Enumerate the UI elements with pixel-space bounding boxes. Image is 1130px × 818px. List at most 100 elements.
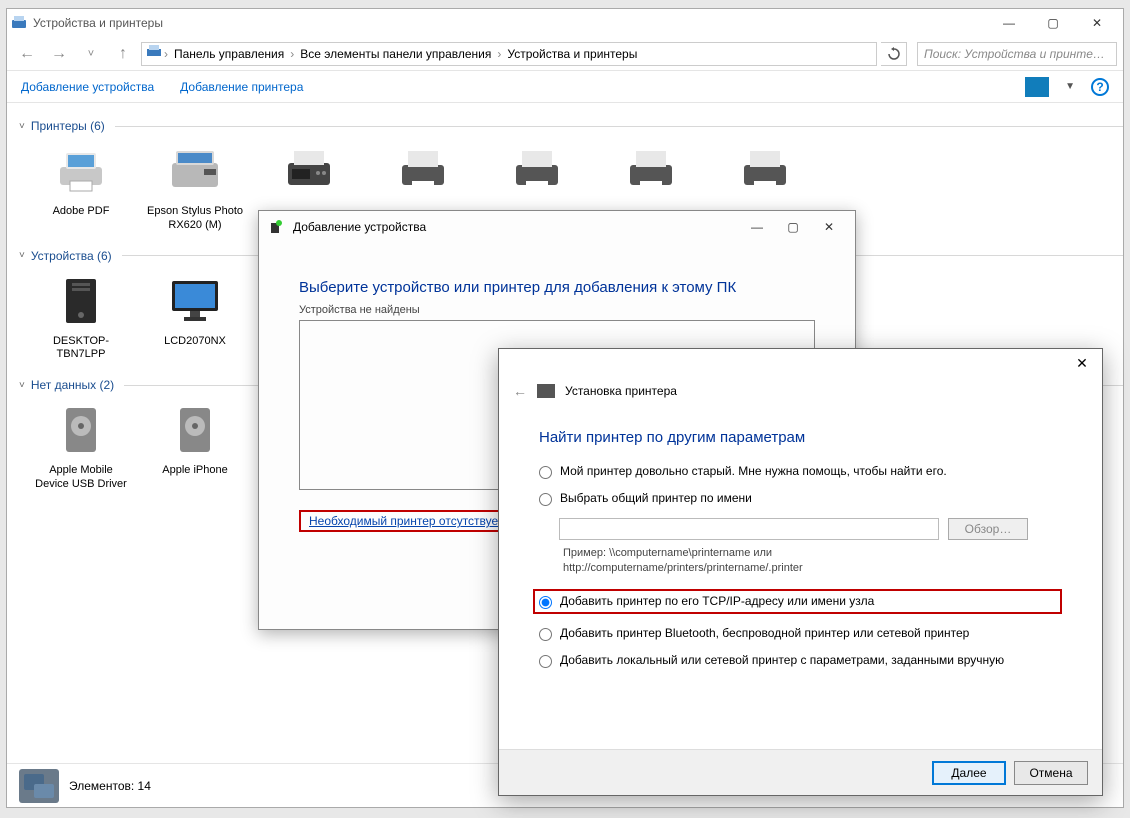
printer-icon [388,143,458,199]
shared-printer-input[interactable] [559,518,939,540]
cancel-button[interactable]: Отмена [1014,761,1088,785]
chevron-right-icon: › [290,47,294,61]
back-arrow-icon[interactable]: ← [513,383,527,399]
view-dropdown[interactable]: ▼ [1065,81,1075,92]
search-input[interactable]: Поиск: Устройства и принте… [917,42,1117,66]
option-label: Добавить принтер Bluetooth, беспроводной… [560,626,969,640]
wizard-maximize[interactable]: ▢ [775,214,811,240]
mfp-icon [160,143,230,199]
missing-printer-link[interactable]: Необходимый принтер отсутствует [309,514,503,528]
window-buttons: — ▢ ✕ [987,9,1119,37]
breadcrumb-root[interactable]: Панель управления [170,47,288,61]
status-text: Элементов: 14 [69,779,151,793]
missing-printer-highlight: Необходимый принтер отсутствует [299,510,513,532]
radio-manual[interactable] [539,655,552,668]
window-title: Устройства и принтеры [33,16,987,30]
option-label: Выбрать общий принтер по имени [560,491,752,505]
radio-shared-printer[interactable] [539,493,552,506]
monitor-icon [160,273,230,329]
view-options-icon[interactable] [1025,77,1049,97]
group-devices-title: Устройства (6) [31,249,112,263]
printer-icon [502,143,572,199]
wizard-titlebar: Добавление устройства — ▢ ✕ [259,211,855,243]
option-shared-printer[interactable]: Выбрать общий принтер по имени [539,491,1062,506]
example-text: Пример: \\computername\printername или h… [563,546,1062,577]
wizard2-titlebar: ✕ [499,349,1102,377]
devices-icon [11,15,27,31]
radio-bluetooth[interactable] [539,628,552,641]
chevron-down-icon: ˅ [19,250,25,261]
option-tcpip-printer[interactable]: Добавить принтер по его TCP/IP-адресу ил… [533,589,1062,614]
options-group: Мой принтер довольно старый. Мне нужна п… [499,464,1102,668]
option-old-printer[interactable]: Мой принтер довольно старый. Мне нужна п… [539,464,1062,479]
back-button[interactable]: ← [13,40,41,68]
breadcrumb-leaf[interactable]: Устройства и принтеры [503,47,641,61]
device-add-icon [267,219,283,235]
close-button[interactable]: ✕ [1075,9,1119,37]
refresh-button[interactable] [881,42,907,66]
hdd-icon [46,402,116,458]
device-label: Apple iPhone [147,464,243,478]
printer-icon [616,143,686,199]
computer-icon [46,273,116,329]
group-printers-header[interactable]: ˅ Принтеры (6) [19,119,1123,133]
next-button[interactable]: Далее [932,761,1006,785]
breadcrumb[interactable]: › Панель управления › Все элементы панел… [141,42,877,66]
option-label: Добавить принтер по его TCP/IP-адресу ил… [560,594,874,608]
device-item[interactable]: Apple iPhone [147,402,243,492]
wizard-title: Добавление устройства [293,220,739,234]
device-label: Epson Stylus Photo RX620 (M) [147,205,243,233]
device-item[interactable]: Apple Mobile Device USB Driver [33,402,129,492]
help-icon[interactable]: ? [1091,78,1109,96]
recent-dropdown[interactable]: ˅ [77,40,105,68]
wizard2-footer: Далее Отмена [499,749,1102,795]
printer-icon [537,384,555,398]
option-label: Мой принтер довольно старый. Мне нужна п… [560,464,947,478]
wizard-subtext: Устройства не найдены [299,304,815,316]
option-manual-printer[interactable]: Добавить локальный или сетевой принтер с… [539,653,1062,668]
devices-icon [146,45,162,62]
device-label: Apple Mobile Device USB Driver [33,464,129,492]
wizard2-heading: Найти принтер по другим параметрам [539,429,1102,446]
chevron-right-icon: › [497,47,501,61]
device-label: Adobe PDF [33,205,129,219]
add-device-link[interactable]: Добавление устройства [21,80,154,94]
navbar: ← → ˅ ↑ › Панель управления › Все элемен… [7,37,1123,71]
device-item[interactable]: Epson Stylus Photo RX620 (M) [147,143,243,233]
radio-tcpip[interactable] [539,596,552,609]
wizard-heading: Выберите устройство или принтер для доба… [299,279,815,296]
device-item[interactable]: LCD2070NX [147,273,243,363]
minimize-button[interactable]: — [987,9,1031,37]
chevron-right-icon: › [164,47,168,61]
add-printer-link[interactable]: Добавление принтера [180,80,303,94]
device-item[interactable]: DESKTOP-TBN7LPP [33,273,129,363]
fax-icon [274,143,344,199]
install-printer-wizard: ✕ ← Установка принтера Найти принтер по … [498,348,1103,796]
radio-old-printer[interactable] [539,466,552,479]
group-nodata-title: Нет данных (2) [31,378,114,392]
wizard-minimize[interactable]: — [739,214,775,240]
toolbar: Добавление устройства Добавление принтер… [7,71,1123,103]
breadcrumb-mid[interactable]: Все элементы панели управления [296,47,495,61]
up-button[interactable]: ↑ [109,40,137,68]
device-item[interactable]: Adobe PDF [33,143,129,233]
option-bluetooth-printer[interactable]: Добавить принтер Bluetooth, беспроводной… [539,626,1062,641]
wizard-close[interactable]: ✕ [811,214,847,240]
wizard2-close[interactable]: ✕ [1068,352,1096,374]
printer-icon [46,143,116,199]
maximize-button[interactable]: ▢ [1031,9,1075,37]
chevron-down-icon: ˅ [19,121,25,132]
device-label: DESKTOP-TBN7LPP [33,335,129,363]
status-devices-icon [19,769,59,803]
hdd-icon [160,402,230,458]
chevron-down-icon: ˅ [19,380,25,391]
option-label: Добавить локальный или сетевой принтер с… [560,653,1004,667]
group-printers-title: Принтеры (6) [31,119,105,133]
device-label: LCD2070NX [147,335,243,349]
printer-icon [730,143,800,199]
wizard2-header: ← Установка принтера [499,377,1102,405]
titlebar: Устройства и принтеры — ▢ ✕ [7,9,1123,37]
forward-button[interactable]: → [45,40,73,68]
wizard2-header-text: Установка принтера [565,384,677,398]
browse-button[interactable]: Обзор… [948,518,1028,540]
